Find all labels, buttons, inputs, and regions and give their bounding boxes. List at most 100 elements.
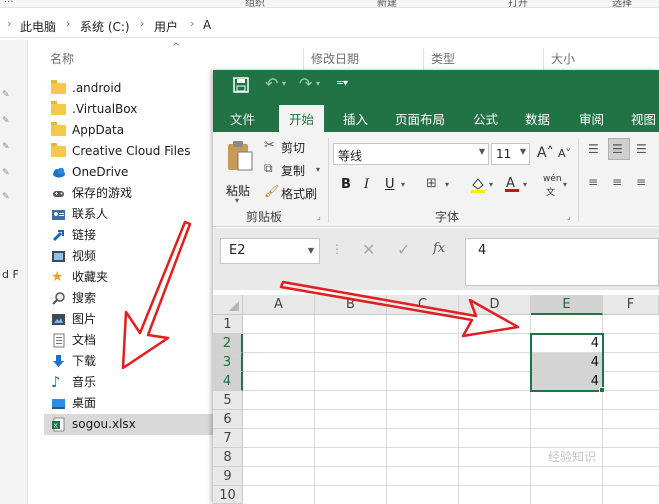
pin-icon[interactable]: ✎ — [2, 192, 12, 202]
redo-icon[interactable]: ↷ — [299, 74, 312, 93]
row-header-5[interactable]: 5 — [213, 391, 243, 410]
drag-handle-icon[interactable]: ⋮ — [331, 242, 343, 256]
row-header-8[interactable]: 8 — [213, 448, 243, 467]
tab-file[interactable]: 文件 — [230, 109, 255, 128]
chevron-down-icon[interactable]: ▾ — [489, 180, 493, 189]
chevron-down-icon[interactable]: ▾ — [401, 180, 405, 189]
tab-view[interactable]: 视图 — [631, 109, 656, 128]
list-item[interactable]: 联系人 — [48, 204, 213, 225]
column-header-size[interactable]: 大小 — [551, 50, 575, 70]
ribbon-new[interactable]: 新建 — [377, 0, 397, 7]
list-item[interactable]: Creative Cloud Files — [48, 141, 213, 162]
chevron-down-icon[interactable]: ▾ — [445, 180, 449, 189]
cancel-icon[interactable]: ✕ — [362, 240, 375, 259]
row-header-1[interactable]: 1 — [213, 315, 243, 334]
pin-icon[interactable]: ✎ — [2, 116, 12, 126]
column-header-type[interactable]: 类型 — [431, 50, 455, 70]
format-painter-button[interactable]: 格式刷 — [281, 185, 317, 202]
chevron-down-icon[interactable]: ▼ — [479, 147, 485, 156]
cut-button[interactable]: 剪切 — [281, 139, 305, 156]
row-header-10[interactable]: 10 — [213, 486, 243, 504]
paste-icon[interactable] — [226, 140, 254, 175]
pin-icon[interactable]: ✎ — [2, 90, 12, 100]
list-item[interactable]: 链接 — [48, 225, 213, 246]
chevron-down-icon[interactable]: ▾ — [282, 79, 286, 88]
tab-insert[interactable]: 插入 — [343, 109, 368, 128]
row-header-7[interactable]: 7 — [213, 429, 243, 448]
align-right-icon[interactable]: ≡ — [636, 175, 646, 189]
row-header-4[interactable]: 4 — [213, 372, 243, 391]
column-divider[interactable] — [423, 48, 424, 70]
fill-color-icon[interactable] — [469, 176, 487, 197]
chevron-down-icon[interactable]: ▾ — [523, 180, 527, 189]
underline-button[interactable]: U — [385, 177, 395, 192]
align-bottom-icon[interactable]: ☰ — [636, 142, 647, 156]
ribbon-organize[interactable]: 组织 — [245, 0, 265, 7]
column-header-name[interactable]: 名称 — [50, 50, 74, 70]
chevron-down-icon[interactable]: ▼ — [308, 246, 314, 255]
breadcrumb-users[interactable]: 用户 — [154, 18, 178, 35]
tab-data[interactable]: 数据 — [525, 109, 550, 128]
list-item[interactable]: AppData — [48, 120, 213, 141]
list-item[interactable]: OneDrive — [48, 162, 213, 183]
chevron-down-icon[interactable]: ▾ — [316, 79, 320, 88]
chevron-down-icon[interactable]: ▾ — [316, 165, 320, 174]
align-top-icon[interactable]: ☰ — [588, 142, 599, 156]
list-item[interactable]: ★ 收藏夹 — [48, 267, 213, 288]
select-all-button[interactable] — [213, 295, 243, 315]
row-header-2[interactable]: 2 — [213, 334, 243, 353]
column-header-e[interactable]: E — [531, 295, 603, 315]
row-header-9[interactable]: 9 — [213, 467, 243, 486]
breadcrumb-a[interactable]: A — [203, 18, 211, 32]
column-header-c[interactable]: C — [387, 295, 459, 315]
list-item[interactable]: 下载 — [48, 351, 213, 372]
list-item[interactable]: 图片 — [48, 309, 213, 330]
increase-font-icon[interactable]: A˄ — [537, 145, 554, 161]
phonetic-guide-button[interactable]: wén — [543, 174, 562, 184]
align-center-icon[interactable]: ≡ — [612, 175, 622, 189]
enter-check-icon[interactable]: ✓ — [397, 240, 410, 259]
align-left-icon[interactable]: ≡ — [588, 175, 598, 189]
copy-button[interactable]: 复制 — [281, 162, 305, 179]
fill-handle[interactable] — [599, 387, 605, 393]
font-color-icon[interactable]: A — [504, 175, 520, 196]
chevron-down-icon[interactable]: ▼ — [520, 147, 526, 156]
save-icon[interactable] — [233, 77, 249, 96]
column-header-a[interactable]: A — [243, 295, 315, 315]
column-header-d[interactable]: D — [459, 295, 531, 315]
ribbon-open[interactable]: 打开 — [508, 0, 528, 7]
list-item-selected[interactable]: x sogou.xlsx — [44, 414, 214, 435]
borders-icon[interactable]: ⊞ — [426, 176, 437, 191]
font-size-combo[interactable]: 11 ▼ — [491, 143, 530, 165]
breadcrumb-system-c[interactable]: 系统 (C:) — [80, 18, 130, 35]
customize-toolbar-icon[interactable]: ═▾ — [337, 78, 348, 89]
tab-page-layout[interactable]: 页面布局 — [395, 109, 445, 128]
address-bar[interactable]: › 此电脑 › 系统 (C:) › 用户 › A — [0, 14, 659, 38]
undo-icon[interactable]: ↶ — [265, 74, 278, 93]
dialog-launcher-icon[interactable]: ⌟ — [317, 212, 321, 221]
worksheet-grid[interactable]: A B C D E F 1 2 3 4 5 6 7 8 9 10 4 4 4 — [213, 295, 659, 504]
column-header-b[interactable]: B — [315, 295, 387, 315]
list-item[interactable]: 视频 — [48, 246, 213, 267]
list-item[interactable]: .VirtualBox — [48, 99, 213, 120]
column-header-date[interactable]: 修改日期 — [311, 50, 359, 70]
list-item[interactable]: 文档 — [48, 330, 213, 351]
font-name-combo[interactable]: 等线 ▼ — [333, 143, 489, 165]
list-item[interactable]: 桌面 — [48, 393, 213, 414]
list-item[interactable]: ♪ 音乐 — [48, 372, 213, 393]
list-item[interactable]: .android — [48, 78, 213, 99]
chevron-down-icon[interactable]: ▾ — [235, 196, 239, 205]
tab-formulas[interactable]: 公式 — [473, 109, 498, 128]
pin-icon[interactable]: ✎ — [2, 142, 12, 152]
chevron-down-icon[interactable]: ▾ — [563, 180, 567, 189]
decrease-font-icon[interactable]: A˅ — [558, 147, 571, 160]
ribbon-select[interactable]: 选择 — [612, 0, 632, 7]
formula-input[interactable]: 4 — [465, 238, 659, 286]
dialog-launcher-icon[interactable]: ⌟ — [567, 212, 571, 221]
bold-button[interactable]: B — [341, 177, 351, 192]
italic-button[interactable]: I — [364, 177, 369, 192]
breadcrumb-this-pc[interactable]: 此电脑 — [20, 18, 56, 35]
column-divider[interactable] — [543, 48, 544, 70]
column-divider[interactable] — [303, 48, 304, 70]
row-header-6[interactable]: 6 — [213, 410, 243, 429]
